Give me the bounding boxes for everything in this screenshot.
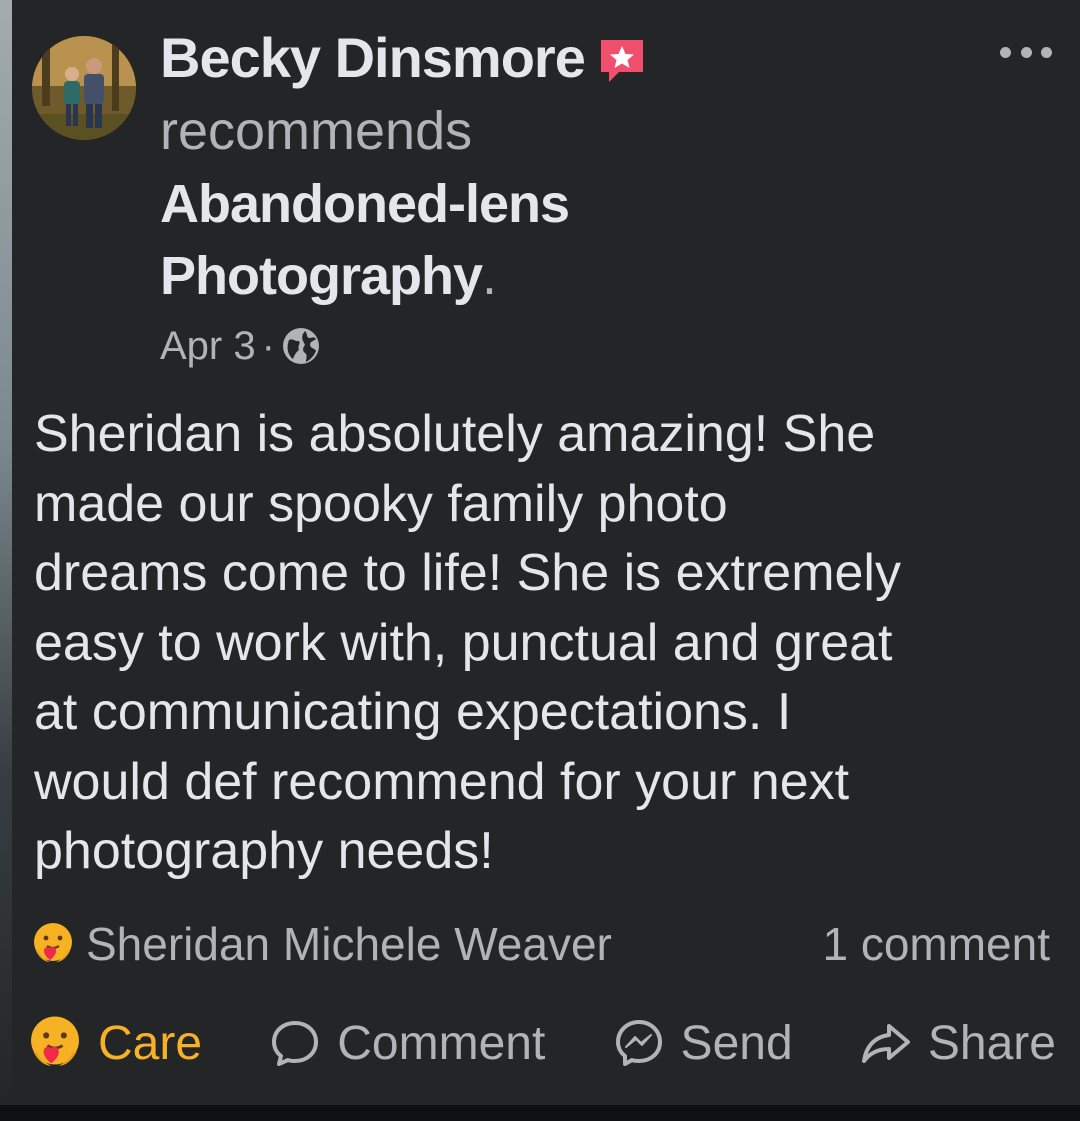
author-name[interactable]: Becky Dinsmore: [160, 22, 586, 94]
bottom-bar: [0, 1105, 1080, 1121]
left-edge-shadow: [0, 0, 12, 1106]
globe-icon[interactable]: [281, 326, 321, 366]
share-label: Share: [927, 1016, 1056, 1070]
avatar-photo: [32, 36, 136, 140]
post-date[interactable]: Apr 3: [160, 324, 256, 369]
care-emoji-icon: [31, 1016, 79, 1066]
comment-bubble-icon: [272, 1021, 319, 1066]
send-icon-wrap: [611, 1015, 667, 1071]
post-card: Becky Dinsmore recommends Abandoned-lens…: [0, 0, 1080, 1121]
share-arrow-icon: [861, 1024, 910, 1063]
care-emoji-icon: [34, 923, 72, 962]
recommends-verb: recommends: [160, 101, 473, 161]
action-bar: Care Comment Send Share: [26, 1008, 1056, 1078]
meta-separator: ·: [261, 323, 275, 368]
more-dot: [1041, 46, 1052, 58]
comment-button[interactable]: Comment: [267, 1015, 545, 1071]
page-name-period: .: [482, 246, 497, 306]
care-icon-wrap: [26, 1014, 84, 1072]
more-options-button[interactable]: [1000, 40, 1052, 64]
comment-label: Comment: [337, 1016, 546, 1070]
send-button[interactable]: Send: [611, 1015, 793, 1071]
share-button[interactable]: Share: [858, 1015, 1056, 1071]
author-line: Becky Dinsmore: [160, 22, 980, 94]
recommended-page-name[interactable]: Abandoned-lens Photography.: [160, 168, 980, 312]
care-label: Care: [98, 1016, 203, 1070]
messenger-icon: [615, 1020, 662, 1066]
engagement-summary: Sheridan Michele Weaver 1 comment: [30, 914, 1050, 974]
comment-count-link[interactable]: 1 comment: [822, 917, 1050, 971]
post-body-text: Sheridan is absolutely amazing! She made…: [34, 405, 901, 880]
author-avatar[interactable]: [32, 36, 136, 140]
reactor-name: Sheridan Michele Weaver: [86, 918, 612, 970]
care-reaction-button[interactable]: Care: [26, 1014, 202, 1072]
page-name-line1[interactable]: Abandoned-lens: [160, 174, 570, 234]
post-header: Becky Dinsmore recommends Abandoned-lens…: [160, 22, 980, 374]
reactions-summary[interactable]: Sheridan Michele Weaver: [30, 917, 612, 971]
more-dot: [1020, 46, 1032, 58]
share-icon-wrap: [858, 1015, 914, 1071]
recommendation-star-icon: [600, 40, 643, 82]
page-name-line2[interactable]: Photography: [160, 246, 483, 306]
post-meta: Apr 3 ·: [160, 318, 980, 374]
more-dot: [1000, 46, 1011, 58]
comment-icon-wrap: [267, 1015, 323, 1071]
send-label: Send: [680, 1016, 793, 1070]
